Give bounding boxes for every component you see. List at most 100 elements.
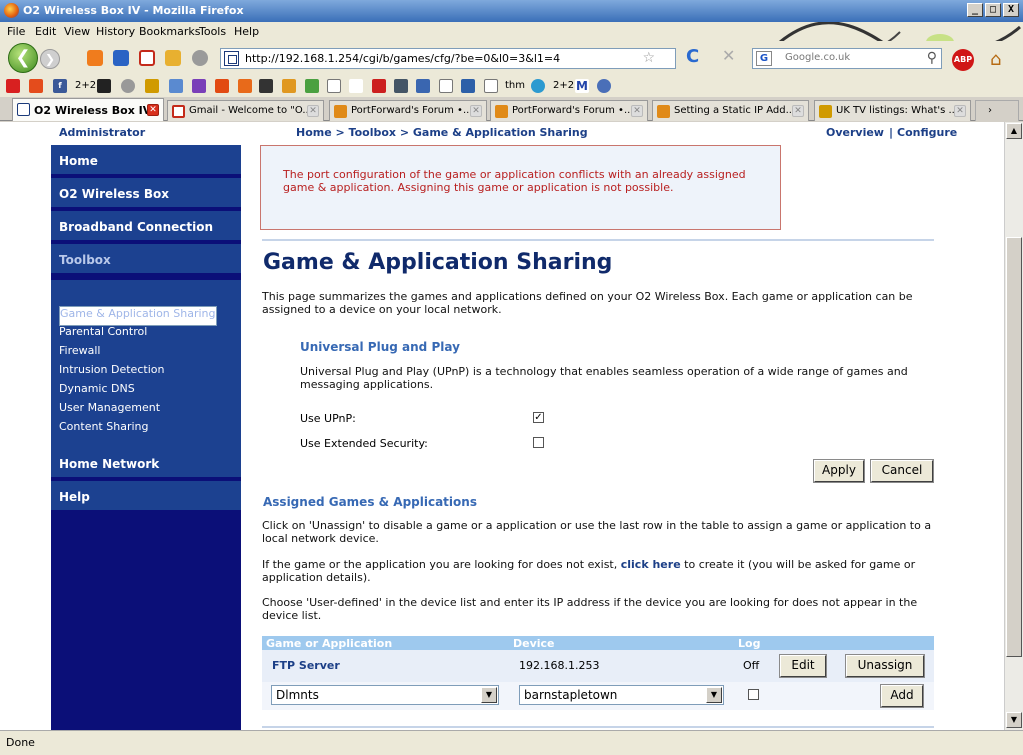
bookmark-icon-17[interactable] [531, 79, 545, 93]
menu-file[interactable]: File [7, 25, 25, 38]
device-select[interactable]: barnstapletown ▼ [519, 685, 724, 705]
sidebar-item-home[interactable]: Home [51, 145, 241, 176]
close-window-button[interactable]: X [1003, 3, 1019, 17]
error-message-box: The port configuration of the game or ap… [260, 145, 781, 230]
blogger-icon[interactable] [87, 50, 103, 66]
bookmark-icon-14[interactable] [439, 79, 453, 93]
menu-tools[interactable]: Tools [199, 25, 226, 38]
bookmark-icon-4[interactable] [169, 79, 183, 93]
menu-view[interactable]: View [64, 25, 90, 38]
bookmark-icon-19[interactable] [597, 79, 611, 93]
close-tab-icon[interactable]: ✕ [147, 104, 159, 116]
menu-history[interactable]: History [96, 25, 135, 38]
url-bar[interactable]: http://192.168.1.254/cgi/b/games/cfg/?be… [220, 48, 676, 69]
search-engine-icon[interactable]: G [756, 51, 772, 66]
bookmark-icon-3[interactable] [121, 79, 135, 93]
use-upnp-checkbox[interactable]: ✓ [533, 412, 544, 423]
create-link[interactable]: click here [621, 558, 681, 571]
vertical-scrollbar[interactable]: ▲ ▼ [1004, 122, 1023, 730]
sidebar-sub-user-management[interactable]: User Management [59, 401, 160, 414]
sidebar-sub-content-sharing[interactable]: Content Sharing [59, 420, 148, 433]
tab-list-button[interactable]: › [975, 100, 1019, 121]
close-tab-icon[interactable]: ✕ [631, 105, 643, 117]
search-input[interactable]: G Google.co.uk ⚲ [752, 48, 942, 69]
sidebar-sub-parental-control[interactable]: Parental Control [59, 325, 147, 338]
bookmark-icon-13[interactable] [416, 79, 430, 93]
tab-o2-wireless-box[interactable]: O2 Wireless Box IV ✕ [12, 98, 164, 121]
sidebar-item-o2-wireless-box[interactable]: O2 Wireless Box [51, 178, 241, 209]
cancel-button[interactable]: Cancel [870, 459, 934, 483]
close-tab-icon[interactable]: ✕ [954, 105, 966, 117]
bookmark-icon-9[interactable] [282, 79, 296, 93]
scroll-thumb[interactable] [1006, 237, 1022, 657]
menu-bookmarks[interactable]: Bookmarks [139, 25, 200, 38]
gmail-icon[interactable] [139, 50, 155, 66]
bookmark-icon-2[interactable] [29, 79, 43, 93]
radio-times-icon[interactable] [145, 79, 159, 93]
ebay-icon[interactable] [349, 79, 363, 93]
reload-icon[interactable]: C [686, 46, 702, 67]
close-tab-icon[interactable]: ✕ [792, 105, 804, 117]
sidebar-sub-game-sharing[interactable]: Game & Application Sharing [59, 306, 217, 326]
sidebar-sub-firewall[interactable]: Firewall [59, 344, 100, 357]
tab-portforward-2[interactable]: PortForward's Forum •... ✕ [490, 100, 648, 121]
tab-uk-tv-listings[interactable]: UK TV listings: What's ... ✕ [814, 100, 971, 121]
breadcrumb[interactable]: Home > Toolbox > Game & Application Shar… [296, 126, 588, 139]
tab-portforward-1[interactable]: PortForward's Forum •... ✕ [329, 100, 487, 121]
tab-gmail[interactable]: Gmail - Welcome to "O... ✕ [167, 100, 324, 121]
log-checkbox[interactable] [748, 689, 759, 700]
sidebar-sub-intrusion-detection[interactable]: Intrusion Detection [59, 363, 164, 376]
add-button[interactable]: Add [880, 684, 924, 708]
bookmark-icon-12[interactable] [394, 79, 408, 93]
bookmark-star-icon[interactable]: ☆ [642, 50, 655, 66]
menu-help[interactable]: Help [234, 25, 259, 38]
row-app-name[interactable]: FTP Server [272, 659, 340, 672]
overview-link[interactable]: Overview [826, 126, 884, 139]
bookmark-2plus2[interactable]: 2+2 [75, 80, 96, 91]
close-tab-icon[interactable]: ✕ [470, 105, 482, 117]
bookmark-icon-11[interactable] [327, 79, 341, 93]
gear-icon[interactable] [192, 50, 208, 66]
photos-icon[interactable] [165, 50, 181, 66]
facebook-icon[interactable]: f [53, 79, 67, 93]
bookmark-icon-10[interactable] [305, 79, 319, 93]
bookmark-icon-1[interactable] [6, 79, 20, 93]
sidebar-sub-dynamic-dns[interactable]: Dynamic DNS [59, 382, 135, 395]
bookmark-icon-7[interactable] [238, 79, 252, 93]
bookmark-icon-5[interactable] [192, 79, 206, 93]
search-icon[interactable]: ⚲ [927, 50, 937, 66]
stop-icon[interactable]: ✕ [722, 46, 738, 65]
edit-button[interactable]: Edit [779, 654, 827, 678]
maximize-button[interactable]: □ [985, 3, 1001, 17]
tab-static-ip[interactable]: Setting a Static IP Add... ✕ [652, 100, 809, 121]
sidebar-item-help[interactable]: Help [51, 481, 241, 512]
apply-button[interactable]: Apply [813, 459, 865, 483]
bbc-icon[interactable] [97, 79, 111, 93]
calendar-icon[interactable] [113, 50, 129, 66]
bookmark-icon-8[interactable] [259, 79, 273, 93]
unassign-button[interactable]: Unassign [845, 654, 925, 678]
adblock-icon[interactable]: ABP [952, 49, 974, 71]
scroll-down-icon[interactable]: ▼ [1006, 712, 1022, 728]
configure-link[interactable]: Configure [897, 126, 957, 139]
sidebar-item-toolbox[interactable]: Toolbox [51, 244, 241, 275]
menu-edit[interactable]: Edit [35, 25, 56, 38]
youtube-icon[interactable] [372, 79, 386, 93]
close-tab-icon[interactable]: ✕ [307, 105, 319, 117]
sidebar-item-home-network[interactable]: Home Network [51, 448, 241, 479]
forward-button[interactable]: ❯ [40, 49, 60, 69]
extended-security-checkbox[interactable] [533, 437, 544, 448]
bookmark-2plus2-b[interactable]: 2+2 [553, 80, 574, 91]
page-content: Administrator Home > Toolbox > Game & Ap… [0, 122, 1004, 730]
scroll-up-icon[interactable]: ▲ [1006, 123, 1022, 139]
bookmark-icon-18[interactable]: M [575, 79, 589, 93]
minimize-button[interactable]: _ [967, 3, 983, 17]
bookmark-icon-6[interactable] [215, 79, 229, 93]
sidebar-item-broadband[interactable]: Broadband Connection [51, 211, 241, 242]
home-icon[interactable]: ⌂ [990, 49, 1001, 70]
bookmark-thm[interactable]: thm [505, 80, 525, 91]
bookmark-icon-16[interactable] [484, 79, 498, 93]
game-select[interactable]: Dlmnts ▼ [271, 685, 499, 705]
back-button[interactable]: ❮ [8, 43, 38, 73]
bookmark-icon-15[interactable] [461, 79, 475, 93]
